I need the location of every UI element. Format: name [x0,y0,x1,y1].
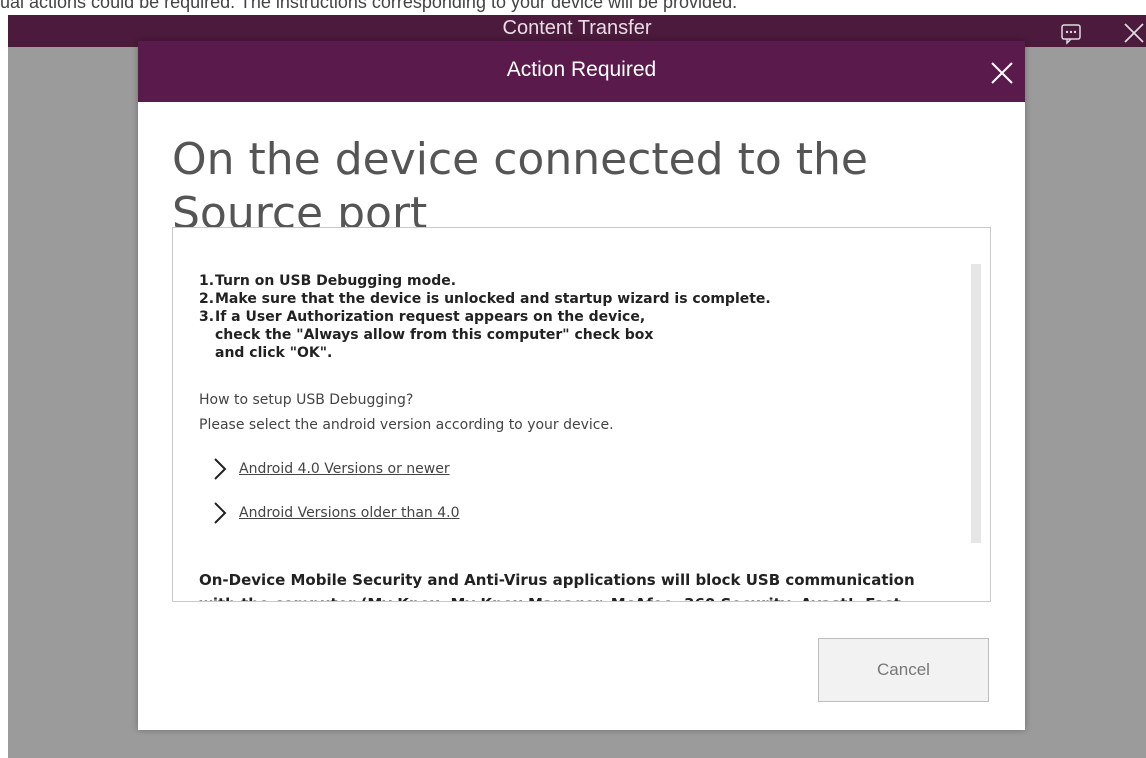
steps-list: 1. Turn on USB Debugging mode. 2. Make s… [199,272,771,362]
step-continuation: and click "OK". [199,344,771,362]
step-item: 1. Turn on USB Debugging mode. [199,272,771,290]
warning-line: with the computer (My Knox, My Knox Mana… [199,592,979,601]
close-icon[interactable] [1122,21,1146,45]
security-warning: On-Device Mobile Security and Anti-Virus… [199,568,979,601]
dialog-heading: On the device connected to the Source po… [172,134,868,239]
background-instruction-text: ual actions could be required. The instr… [0,0,738,12]
chat-icon[interactable] [1060,23,1082,45]
dialog-title: Action Required [506,58,657,81]
chevron-right-icon [214,502,227,524]
scrollbar[interactable] [971,264,981,543]
link-label[interactable]: Android Versions older than 4.0 [239,505,460,521]
warning-line: On-Device Mobile Security and Anti-Virus… [199,571,915,589]
chevron-right-icon [214,458,227,480]
dialog-close-icon[interactable] [990,61,1014,85]
instructions-panel[interactable]: 1. Turn on USB Debugging mode. 2. Make s… [172,227,991,602]
step-item: 2. Make sure that the device is unlocked… [199,290,771,308]
step-number: 1. [199,273,215,289]
link-android-older[interactable]: Android Versions older than 4.0 [213,500,460,526]
app-title: Content Transfer [502,17,652,39]
step-number: 2. [199,291,215,307]
step-text: check the "Always allow from this comput… [215,327,654,343]
step-text: Make sure that the device is unlocked an… [215,291,771,307]
step-text: Turn on USB Debugging mode. [215,273,457,289]
step-continuation: check the "Always allow from this comput… [199,326,771,344]
dialog-header: Action Required [138,41,1025,102]
link-android-newer[interactable]: Android 4.0 Versions or newer [213,456,450,482]
step-text: If a User Authorization request appears … [215,309,646,325]
step-number: 3. [199,309,215,325]
step-item: 3. If a User Authorization request appea… [199,308,771,326]
cancel-button[interactable]: Cancel [818,638,989,702]
action-required-dialog: Action Required On the device connected … [138,41,1025,730]
how-to-text: How to setup USB Debugging? [199,392,414,408]
select-version-text: Please select the android version accord… [199,417,614,433]
link-label[interactable]: Android 4.0 Versions or newer [239,461,450,477]
step-text: and click "OK". [215,345,333,361]
